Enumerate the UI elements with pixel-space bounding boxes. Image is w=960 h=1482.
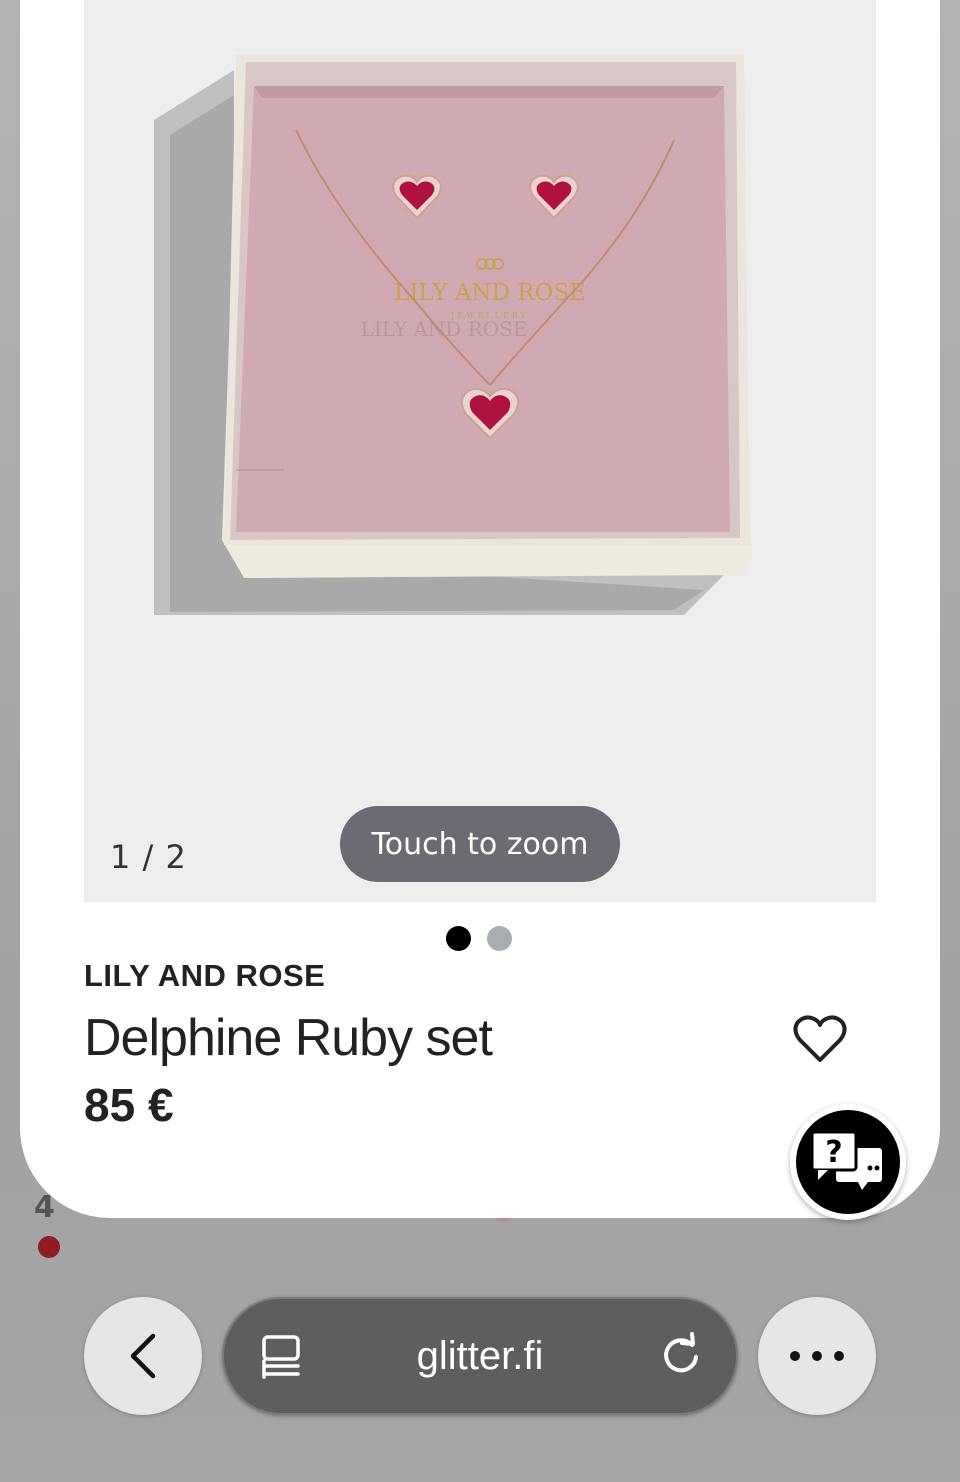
product-price: 85 € bbox=[84, 1079, 174, 1131]
help-chat-button[interactable]: ? bbox=[790, 1104, 906, 1220]
browser-address-bar[interactable]: glitter.fi bbox=[222, 1297, 738, 1415]
box-logo-imprint: LILY AND ROSE bbox=[361, 317, 528, 341]
heart-outline-icon[interactable] bbox=[792, 1012, 848, 1066]
svg-text:?: ? bbox=[825, 1135, 842, 1170]
more-dots-icon bbox=[790, 1351, 844, 1361]
product-name: Delphine Ruby set bbox=[84, 1009, 493, 1067]
image-counter: 1 / 2 bbox=[110, 838, 187, 876]
product-image-gallery[interactable]: LILY AND ROSE JEWELLERY LILY AND ROSE bbox=[84, 0, 876, 902]
chat-help-icon: ? bbox=[796, 1110, 900, 1214]
chevron-left-icon bbox=[130, 1333, 156, 1379]
carousel-dot-active[interactable] bbox=[446, 926, 471, 951]
touch-to-zoom-hint[interactable]: Touch to zoom bbox=[340, 806, 620, 882]
browser-more-button[interactable] bbox=[758, 1297, 876, 1415]
carousel-dots bbox=[446, 926, 512, 951]
reload-icon[interactable] bbox=[656, 1331, 706, 1381]
browser-back-button[interactable] bbox=[84, 1297, 202, 1415]
product-brand[interactable]: LILY AND ROSE bbox=[84, 958, 325, 994]
product-image[interactable]: LILY AND ROSE JEWELLERY LILY AND ROSE bbox=[84, 0, 876, 902]
background-color-swatch bbox=[38, 1236, 60, 1258]
carousel-dot[interactable] bbox=[487, 926, 512, 951]
box-logo-text: LILY AND ROSE bbox=[394, 280, 586, 306]
